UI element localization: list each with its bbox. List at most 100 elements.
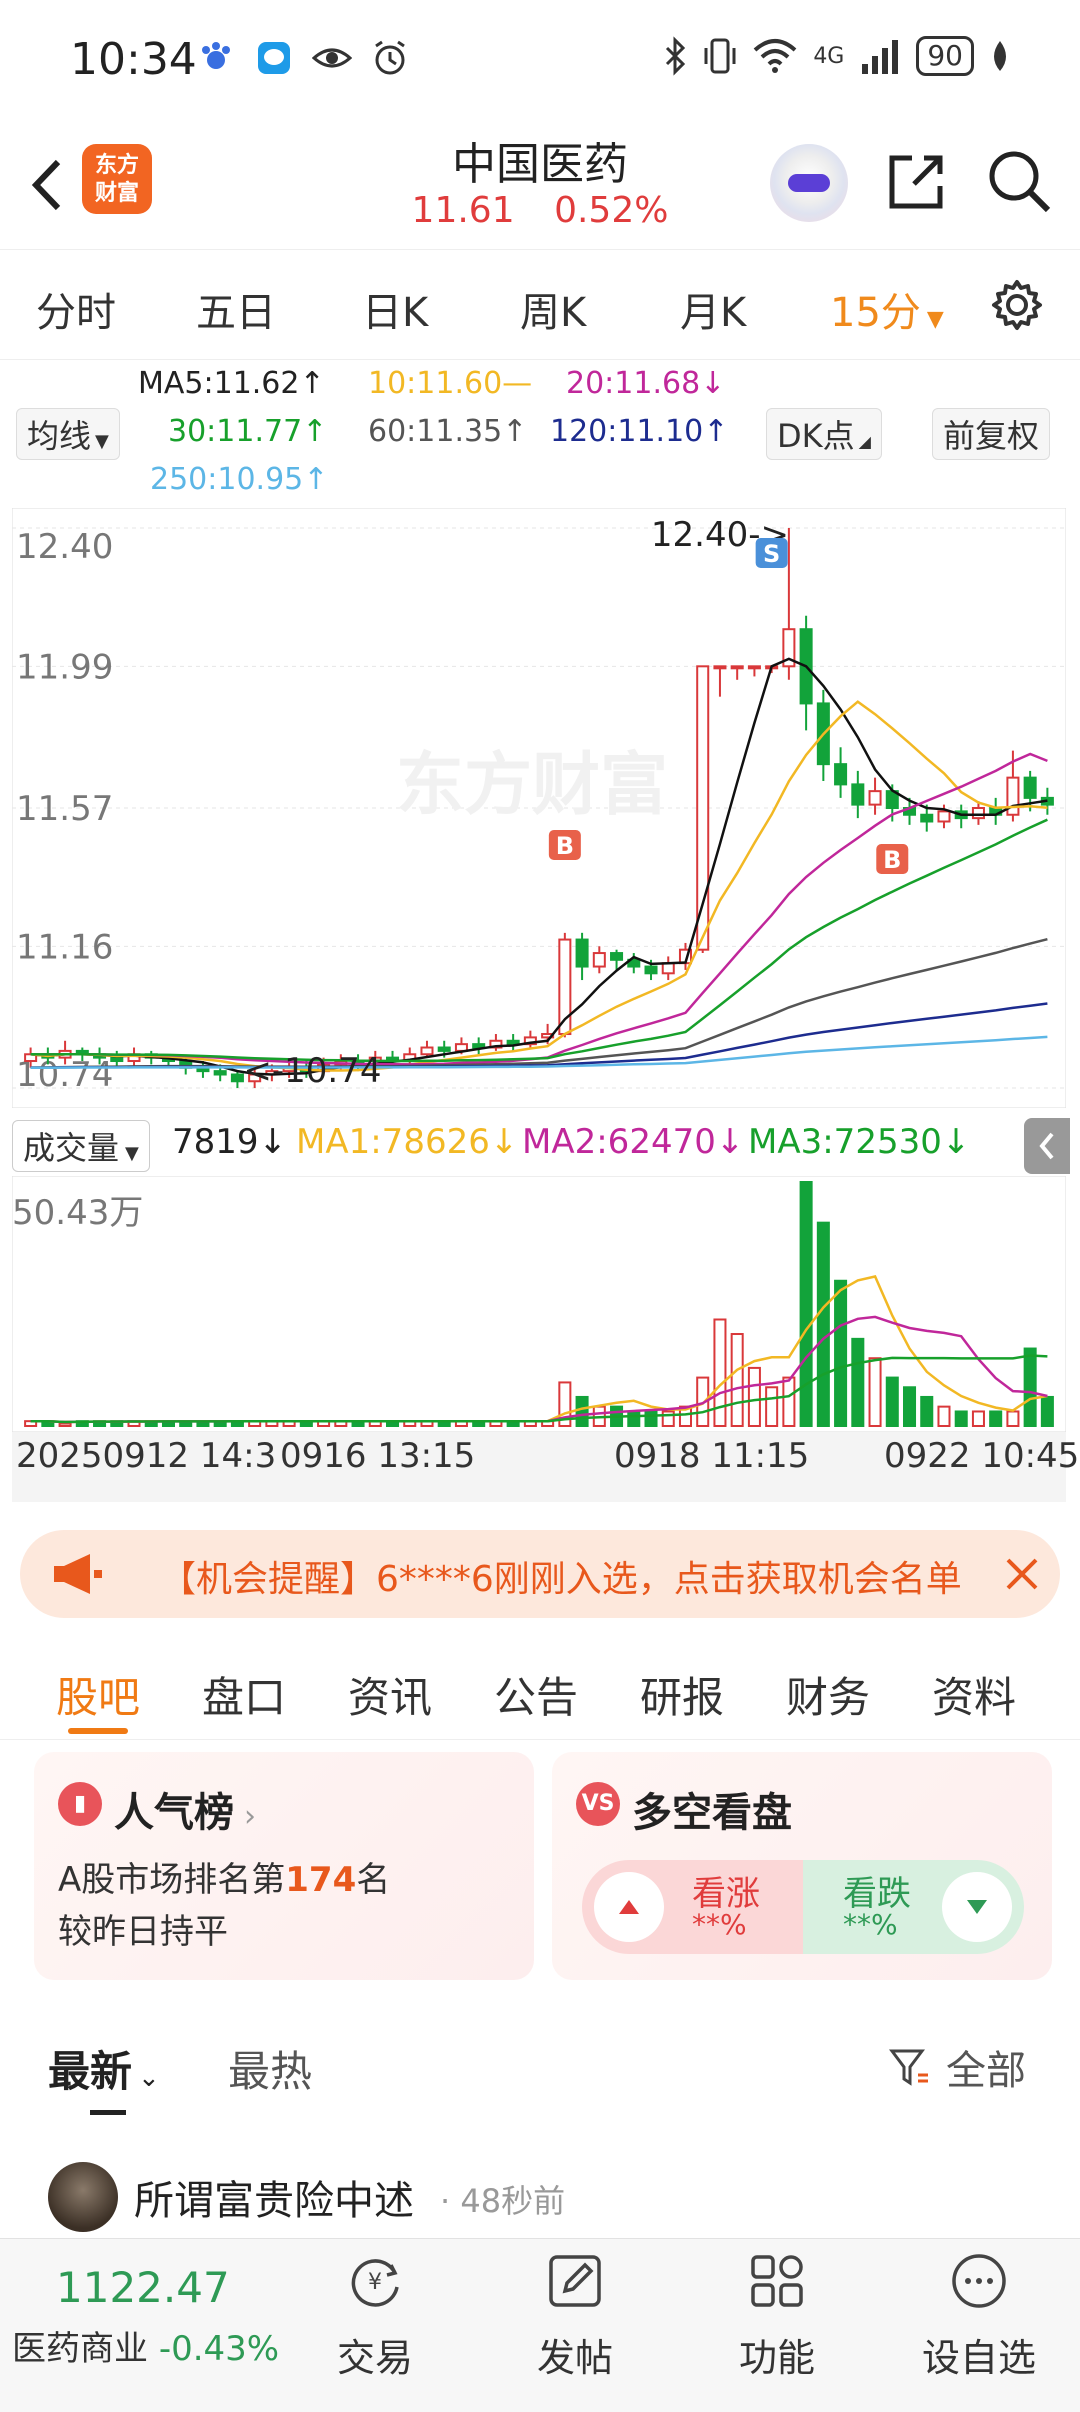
- popularity-title-text: 人气榜: [114, 1790, 234, 1836]
- volume-bar: [575, 1395, 589, 1427]
- grid-icon: [751, 2255, 803, 2307]
- post-button[interactable]: 发帖: [510, 2251, 640, 2382]
- candle-body: [592, 952, 606, 968]
- megaphone-icon: [54, 1554, 102, 1594]
- content-tabs: 股吧 盘口 资讯 公告 研报 财务 资料: [0, 1640, 1080, 1740]
- collapse-panel-button[interactable]: [1024, 1118, 1070, 1174]
- adjust-button[interactable]: 前复权: [932, 408, 1051, 460]
- volume-bar: [920, 1395, 934, 1427]
- volume-bar: [937, 1405, 951, 1427]
- filter-icon: [889, 2049, 928, 2086]
- opportunity-notice[interactable]: 【机会提醒】6****6刚刚入选，点击获取机会名单: [20, 1530, 1060, 1618]
- candle-body: [1023, 776, 1037, 799]
- volume-bar: [885, 1376, 899, 1427]
- post-username[interactable]: 所谓富贵险中述: [134, 2168, 414, 2226]
- volume-bar: [765, 1386, 779, 1427]
- vote-down-button[interactable]: 看跌 **%: [803, 1860, 1024, 1954]
- post-label: 发帖: [536, 2336, 613, 2380]
- kline-chart[interactable]: 东方财富12.4011.9911.5711.1610.7412.40-><-10…: [12, 508, 1066, 1108]
- functions-button[interactable]: 功能: [712, 2251, 842, 2382]
- rank-suffix: 名: [356, 1860, 391, 1900]
- bottom-bar: 1122.47 医药商业 -0.43% ¥ 交易 发帖 功能 设自选: [0, 2238, 1080, 2412]
- avatar[interactable]: [48, 2162, 118, 2232]
- eye-icon: [312, 48, 352, 68]
- chevron-down-icon: ⌄: [138, 2063, 160, 2093]
- volume-chart[interactable]: 50.43万: [12, 1176, 1066, 1432]
- trade-label: 交易: [336, 2336, 413, 2380]
- alarm-icon: [375, 40, 405, 75]
- tab-weekly-k[interactable]: 周K: [520, 280, 586, 338]
- y-tick-label: 11.99: [16, 647, 113, 687]
- sector-index-value: 1122.47: [56, 2263, 230, 2312]
- volume-bar: [851, 1337, 865, 1428]
- signal-icon: [862, 40, 899, 74]
- sort-hottest[interactable]: 最热: [228, 2038, 312, 2099]
- ma-legend: MA5:11.62↑ 10:11.60— 20:11.68↓ 均线 ▼ 30:11…: [0, 362, 1080, 502]
- sentiment-title: 多空看盘: [632, 1790, 792, 1836]
- volume-bar: [816, 1221, 830, 1427]
- tab-finance[interactable]: 财务: [786, 1664, 870, 1725]
- tab-daily-k[interactable]: 日K: [362, 280, 428, 338]
- candle-body: [472, 1043, 486, 1049]
- rank-value: 174: [285, 1860, 357, 1900]
- add-watchlist-label: 设自选: [921, 2336, 1036, 2380]
- candle-body: [437, 1046, 451, 1052]
- candle-body: [644, 965, 658, 975]
- filter-button[interactable]: 全部: [888, 2038, 1026, 2096]
- gear-icon[interactable]: [990, 278, 1044, 332]
- vote-up-button[interactable]: 看涨 **%: [582, 1860, 803, 1954]
- indicator-select[interactable]: 均线 ▼: [16, 408, 120, 460]
- tab-news[interactable]: 资讯: [348, 1664, 432, 1725]
- tab-guba[interactable]: 股吧: [56, 1664, 140, 1725]
- tab-research[interactable]: 研报: [640, 1664, 724, 1725]
- candle-body: [713, 665, 727, 670]
- volume-bar: [782, 1376, 796, 1427]
- trade-button[interactable]: ¥ 交易: [310, 2251, 440, 2382]
- candle-body: [730, 665, 744, 670]
- vs-icon: VS: [576, 1782, 620, 1826]
- ma20-value: 20:11.68↓: [566, 366, 726, 401]
- wifi-icon: [753, 39, 797, 73]
- candle-body: [937, 810, 951, 823]
- candle-body: [610, 952, 624, 961]
- search-icon[interactable]: [984, 146, 1054, 216]
- tab-five-day[interactable]: 五日: [196, 280, 276, 338]
- candle-body: [661, 962, 675, 975]
- popularity-title: 人气榜 ›: [114, 1780, 256, 1838]
- volume-bar: [868, 1357, 882, 1428]
- popularity-card[interactable]: ▮ 人气榜 › A股市场排名第174名 较昨日持平: [34, 1752, 534, 1980]
- trade-marker-label: B: [556, 832, 574, 860]
- volume-bar: [1006, 1410, 1020, 1428]
- sector-index-name: 医药商业 -0.43%: [12, 2321, 279, 2370]
- volume-bar: [747, 1366, 761, 1427]
- system-icons: 4G 90: [663, 36, 1010, 76]
- add-watchlist-button[interactable]: 设自选: [914, 2251, 1044, 2382]
- y-tick-label: 12.40: [16, 527, 113, 567]
- tab-15min[interactable]: 15分 ▼: [830, 280, 944, 338]
- bar-chart-icon: ▮: [58, 1782, 102, 1826]
- edit-icon: [549, 2255, 601, 2307]
- volume-selector-label: 成交量: [23, 1129, 120, 1167]
- volume-selector[interactable]: 成交量 ▼: [12, 1120, 150, 1172]
- ai-assistant-icon[interactable]: [770, 144, 848, 222]
- date-label: 0922 10:45: [884, 1436, 1080, 1476]
- share-icon[interactable]: [884, 150, 948, 214]
- post-item[interactable]: 所谓富贵险中述 · 48秒前: [0, 2160, 1080, 2240]
- tab-profile[interactable]: 资料: [932, 1664, 1016, 1725]
- down-arrow-icon: [942, 1872, 1012, 1942]
- dropdown-caret-icon: ▼: [926, 307, 944, 332]
- candle-body: [851, 783, 865, 806]
- candle-body: [110, 1056, 124, 1063]
- active-tab-indicator: [68, 1728, 128, 1734]
- stock-price: 11.61: [411, 190, 515, 231]
- dk-point-button[interactable]: DK点 ◢: [766, 408, 882, 460]
- sector-change: -0.43%: [158, 2329, 280, 2369]
- tab-monthly-k[interactable]: 月K: [680, 280, 746, 338]
- date-label: 0916 13:15: [276, 1436, 476, 1476]
- tab-pankou[interactable]: 盘口: [202, 1664, 286, 1725]
- dropdown-caret-icon: ▼: [125, 1143, 139, 1164]
- tab-intraday[interactable]: 分时: [36, 280, 116, 338]
- sort-latest[interactable]: 最新 ⌄: [48, 2038, 160, 2099]
- tab-announcements[interactable]: 公告: [494, 1664, 578, 1725]
- close-icon[interactable]: [1000, 1552, 1044, 1596]
